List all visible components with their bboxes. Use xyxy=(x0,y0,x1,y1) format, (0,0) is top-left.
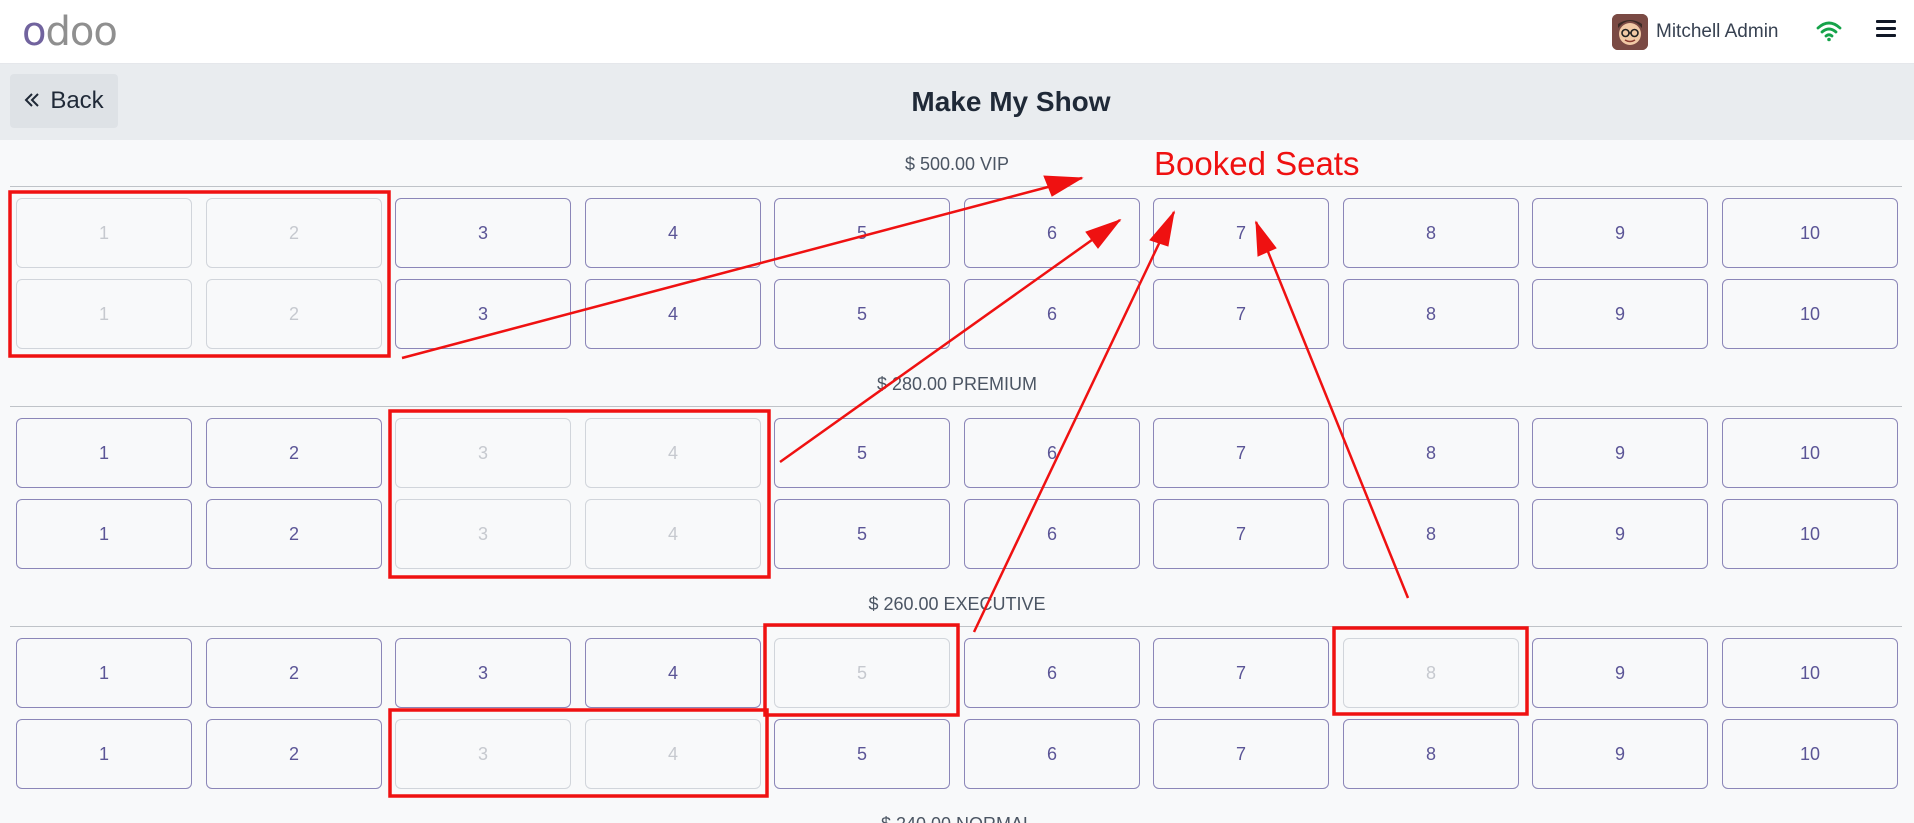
seat-button[interactable]: 5 xyxy=(774,418,950,488)
seat-button[interactable]: 3 xyxy=(395,198,571,268)
user-name: Mitchell Admin xyxy=(1656,21,1779,42)
seat-button[interactable]: 8 xyxy=(1343,418,1519,488)
odoo-logo[interactable]: odoo xyxy=(22,8,118,56)
page-title: Make My Show xyxy=(911,86,1111,117)
seat-button-booked: 4 xyxy=(585,719,761,789)
seat-button[interactable]: 6 xyxy=(964,198,1140,268)
seat-button[interactable]: 10 xyxy=(1722,279,1898,349)
seat-button-booked: 8 xyxy=(1343,638,1519,708)
booked-seats-annotation: Booked Seats xyxy=(1154,145,1360,182)
seat-button-booked: 3 xyxy=(395,719,571,789)
seat-button[interactable]: 1 xyxy=(16,719,192,789)
seat-button[interactable]: 6 xyxy=(964,719,1140,789)
seat-button[interactable]: 2 xyxy=(206,719,382,789)
seat-button[interactable]: 1 xyxy=(16,638,192,708)
seat-button[interactable]: 10 xyxy=(1722,418,1898,488)
seat-button[interactable]: 6 xyxy=(964,418,1140,488)
seat-button[interactable]: 9 xyxy=(1532,499,1708,569)
seat-button[interactable]: 7 xyxy=(1153,499,1329,569)
seat-button[interactable]: 10 xyxy=(1722,499,1898,569)
seat-button[interactable]: 9 xyxy=(1532,198,1708,268)
wifi-icon xyxy=(1816,18,1842,44)
seat-button[interactable]: 1 xyxy=(16,499,192,569)
seat-button-booked: 2 xyxy=(206,279,382,349)
hamburger-menu-icon[interactable] xyxy=(1876,20,1896,40)
seat-button-booked: 3 xyxy=(395,499,571,569)
section-label: $ 500.00 VIP xyxy=(904,154,1010,174)
seat-button-booked: 4 xyxy=(585,418,761,488)
seat-button[interactable]: 2 xyxy=(206,638,382,708)
control-panel: Back Make My Show xyxy=(0,64,1914,140)
seat-button[interactable]: 2 xyxy=(206,499,382,569)
seat-button[interactable]: 8 xyxy=(1343,198,1519,268)
seat-button-booked: 1 xyxy=(16,198,192,268)
seat-button[interactable]: 3 xyxy=(395,279,571,349)
seat-button[interactable]: 7 xyxy=(1153,279,1329,349)
section-label: $ 240.00 NORMAL xyxy=(0,814,1914,823)
seat-button[interactable]: 3 xyxy=(395,638,571,708)
section-divider xyxy=(10,186,1902,187)
seat-button[interactable]: 6 xyxy=(964,279,1140,349)
seat-button[interactable]: 7 xyxy=(1153,719,1329,789)
section-label: $ 260.00 EXECUTIVE xyxy=(868,594,1046,614)
seat-button[interactable]: 5 xyxy=(774,198,950,268)
seat-button[interactable]: 8 xyxy=(1343,719,1519,789)
seat-button-booked: 2 xyxy=(206,198,382,268)
seat-button[interactable]: 6 xyxy=(964,499,1140,569)
seat-button[interactable]: 5 xyxy=(774,279,950,349)
seat-button[interactable]: 6 xyxy=(964,638,1140,708)
seat-button[interactable]: 10 xyxy=(1722,719,1898,789)
seat-button-booked: 1 xyxy=(16,279,192,349)
seat-button[interactable]: 10 xyxy=(1722,198,1898,268)
section-divider xyxy=(10,406,1902,407)
seat-button[interactable]: 5 xyxy=(774,499,950,569)
seat-button[interactable]: 8 xyxy=(1343,279,1519,349)
seat-button[interactable]: 7 xyxy=(1153,198,1329,268)
user-menu[interactable]: Mitchell Admin xyxy=(1612,14,1779,50)
user-avatar xyxy=(1612,14,1648,50)
seat-button-booked: 5 xyxy=(774,638,950,708)
seat-button[interactable]: 9 xyxy=(1532,418,1708,488)
seat-button[interactable]: 7 xyxy=(1153,638,1329,708)
section-label: $ 280.00 PREMIUM xyxy=(876,374,1038,394)
seat-button[interactable]: 9 xyxy=(1532,279,1708,349)
seat-button-booked: 3 xyxy=(395,418,571,488)
seat-button[interactable]: 4 xyxy=(585,279,761,349)
seat-button-booked: 4 xyxy=(585,499,761,569)
seat-button[interactable]: 7 xyxy=(1153,418,1329,488)
section-divider xyxy=(10,626,1902,627)
seat-button[interactable]: 4 xyxy=(585,198,761,268)
seat-button[interactable]: 9 xyxy=(1532,638,1708,708)
seat-button[interactable]: 2 xyxy=(206,418,382,488)
seat-button[interactable]: 9 xyxy=(1532,719,1708,789)
seat-button[interactable]: 4 xyxy=(585,638,761,708)
seat-button[interactable]: 10 xyxy=(1722,638,1898,708)
seat-button[interactable]: 1 xyxy=(16,418,192,488)
seat-button[interactable]: 5 xyxy=(774,719,950,789)
top-navbar: odoo Mitchell Admin xyxy=(0,0,1914,64)
seat-button[interactable]: 8 xyxy=(1343,499,1519,569)
